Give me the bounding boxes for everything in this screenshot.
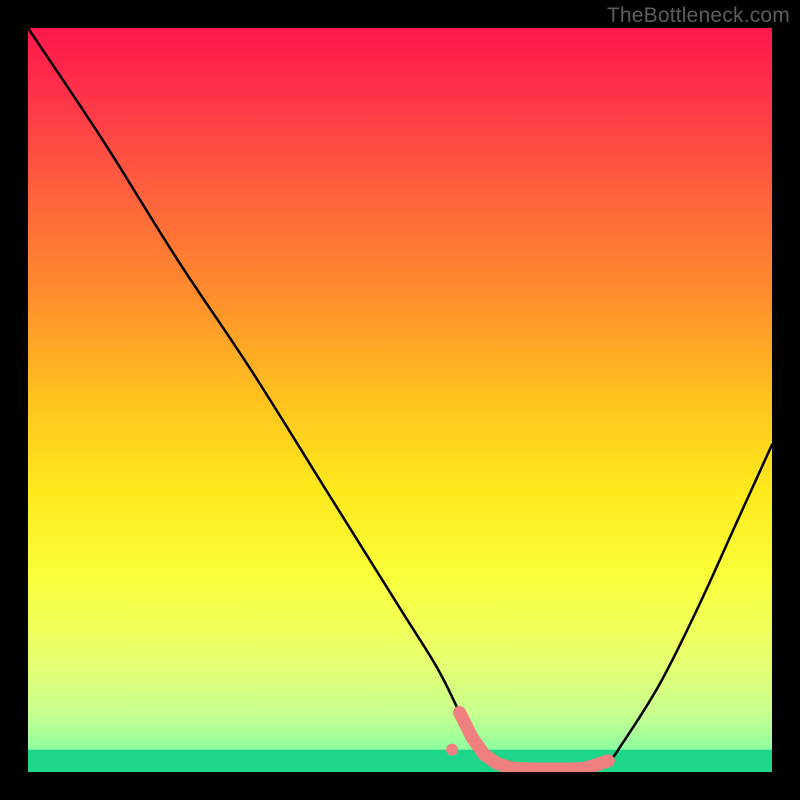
chart-svg	[28, 28, 772, 772]
green-strip	[28, 750, 772, 772]
watermark-text: TheBottleneck.com	[607, 4, 790, 28]
chart-frame: TheBottleneck.com	[0, 0, 800, 800]
gradient-bg	[28, 28, 772, 772]
marker-dot	[446, 744, 458, 756]
plot-area	[28, 28, 772, 772]
